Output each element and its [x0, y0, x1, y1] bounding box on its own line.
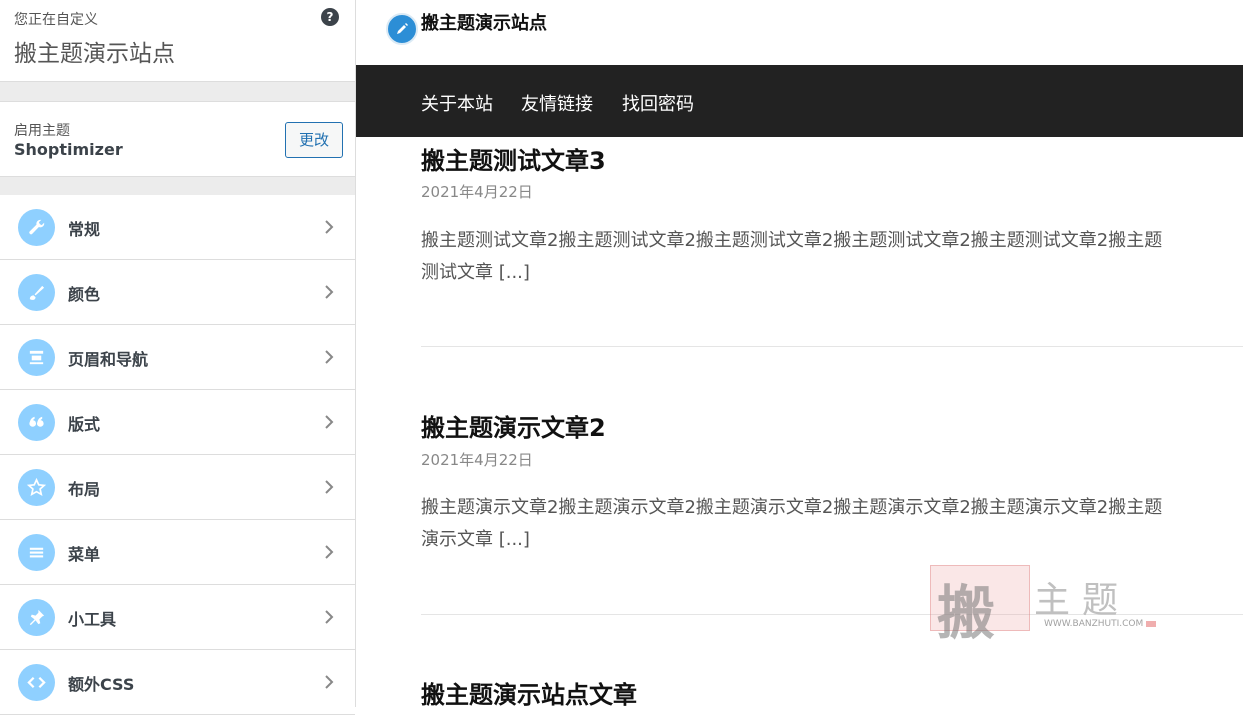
post-excerpt: 搬主题演示文章2搬主题演示文章2搬主题演示文章2搬主题演示文章2搬主题演示文章2… [421, 492, 1243, 556]
excerpt-line: 搬主题测试文章2搬主题测试文章2搬主题测试文章2搬主题测试文章2搬主题测试文章2… [421, 230, 1163, 251]
active-theme-label: 启用主题 [14, 123, 70, 139]
active-theme-section: 启用主题 Shoptimizer 更改 [0, 101, 355, 177]
post-title[interactable]: 搬主题测试文章3 [421, 141, 1243, 176]
pencil-icon[interactable] [386, 13, 418, 45]
brush-icon [18, 274, 55, 311]
customizing-subtitle: 您正在自定义 [14, 12, 98, 28]
panel-typography[interactable]: 版式 [0, 390, 355, 455]
chevron-right-icon [325, 675, 334, 689]
post-date: 2021年4月22日 [421, 183, 533, 201]
code-icon [18, 664, 55, 701]
panel-label: 页眉和导航 [68, 350, 149, 369]
excerpt-line: 演示文章 [...] [421, 529, 530, 550]
panel-colors[interactable]: 颜色 [0, 260, 355, 325]
panel-additional-css[interactable]: 额外CSS [0, 650, 355, 715]
panel-label: 颜色 [68, 285, 101, 304]
post-item: 搬主题测试文章3 2021年4月22日 搬主题测试文章2搬主题测试文章2搬主题测… [421, 141, 1243, 291]
panel-label: 额外CSS [68, 675, 135, 694]
watermark-url: WWW.BANZHUTI.COM [1044, 619, 1144, 629]
post-date: 2021年4月22日 [421, 451, 533, 469]
panel-menus[interactable]: 菜单 [0, 520, 355, 585]
customizer-header: 您正在自定义 搬主题演示站点 ? [0, 0, 355, 82]
panel-header-navigation[interactable]: 页眉和导航 [0, 325, 355, 390]
watermark-logo: 搬 主题 WWW.BANZHUTI.COM [930, 565, 1160, 647]
post-divider [421, 346, 1243, 347]
panel-label: 菜单 [68, 545, 101, 564]
chevron-right-icon [325, 610, 334, 624]
excerpt-line: 搬主题演示文章2搬主题演示文章2搬主题演示文章2搬主题演示文章2搬主题演示文章2… [421, 497, 1163, 518]
nav-item-about[interactable]: 关于本站 [421, 90, 493, 116]
menu-icon [18, 534, 55, 571]
chevron-right-icon [325, 285, 334, 299]
change-theme-button[interactable]: 更改 [285, 122, 343, 158]
watermark-accent [1146, 621, 1156, 627]
header-icon [18, 339, 55, 376]
post-title[interactable]: 搬主题演示站点文章 [421, 675, 1243, 707]
panel-layout[interactable]: 布局 [0, 455, 355, 520]
pin-icon [18, 599, 55, 636]
wrench-icon [18, 209, 55, 246]
watermark-text: 主题 [1034, 580, 1131, 621]
chevron-right-icon [325, 545, 334, 559]
active-theme-name: Shoptimizer [14, 140, 123, 159]
panel-label: 小工具 [68, 610, 117, 629]
site-title[interactable]: 搬主题演示站点 [421, 9, 547, 35]
post-excerpt: 搬主题测试文章2搬主题测试文章2搬主题测试文章2搬主题测试文章2搬主题测试文章2… [421, 225, 1243, 289]
quote-icon [18, 404, 55, 441]
nav-item-links[interactable]: 友情链接 [521, 90, 593, 116]
post-item: 搬主题演示文章2 2021年4月22日 搬主题演示文章2搬主题演示文章2搬主题演… [421, 408, 1243, 558]
customizer-sidebar: 您正在自定义 搬主题演示站点 ? 启用主题 Shoptimizer 更改 常规 … [0, 0, 356, 715]
chevron-right-icon [325, 415, 334, 429]
section-spacer [0, 82, 355, 101]
chevron-right-icon [325, 220, 334, 234]
site-preview: 搬主题演示站点 关于本站 友情链接 找回密码 搬主题测试文章3 2021年4月2… [356, 0, 1243, 707]
help-icon[interactable]: ? [321, 8, 339, 26]
star-icon [18, 469, 55, 506]
panel-widgets[interactable]: 小工具 [0, 585, 355, 650]
panel-label: 版式 [68, 415, 101, 434]
customizer-site-title: 搬主题演示站点 [14, 41, 175, 67]
chevron-right-icon [325, 480, 334, 494]
panel-label: 常规 [68, 220, 101, 239]
excerpt-line: 测试文章 [...] [421, 262, 530, 283]
primary-navigation: 关于本站 友情链接 找回密码 [356, 65, 1243, 137]
panel-label: 布局 [68, 480, 101, 499]
post-title[interactable]: 搬主题演示文章2 [421, 408, 1243, 443]
section-spacer [0, 177, 355, 195]
watermark-seal: 搬 [930, 565, 1030, 647]
nav-item-password[interactable]: 找回密码 [622, 90, 694, 116]
panel-general[interactable]: 常规 [0, 195, 355, 260]
watermark-char: 搬 [937, 579, 996, 647]
chevron-right-icon [325, 350, 334, 364]
post-item: 搬主题演示站点文章 [421, 675, 1243, 707]
panel-list: 常规 颜色 页眉和导航 版式 布局 菜单 小工具 额外CSS [0, 195, 355, 715]
